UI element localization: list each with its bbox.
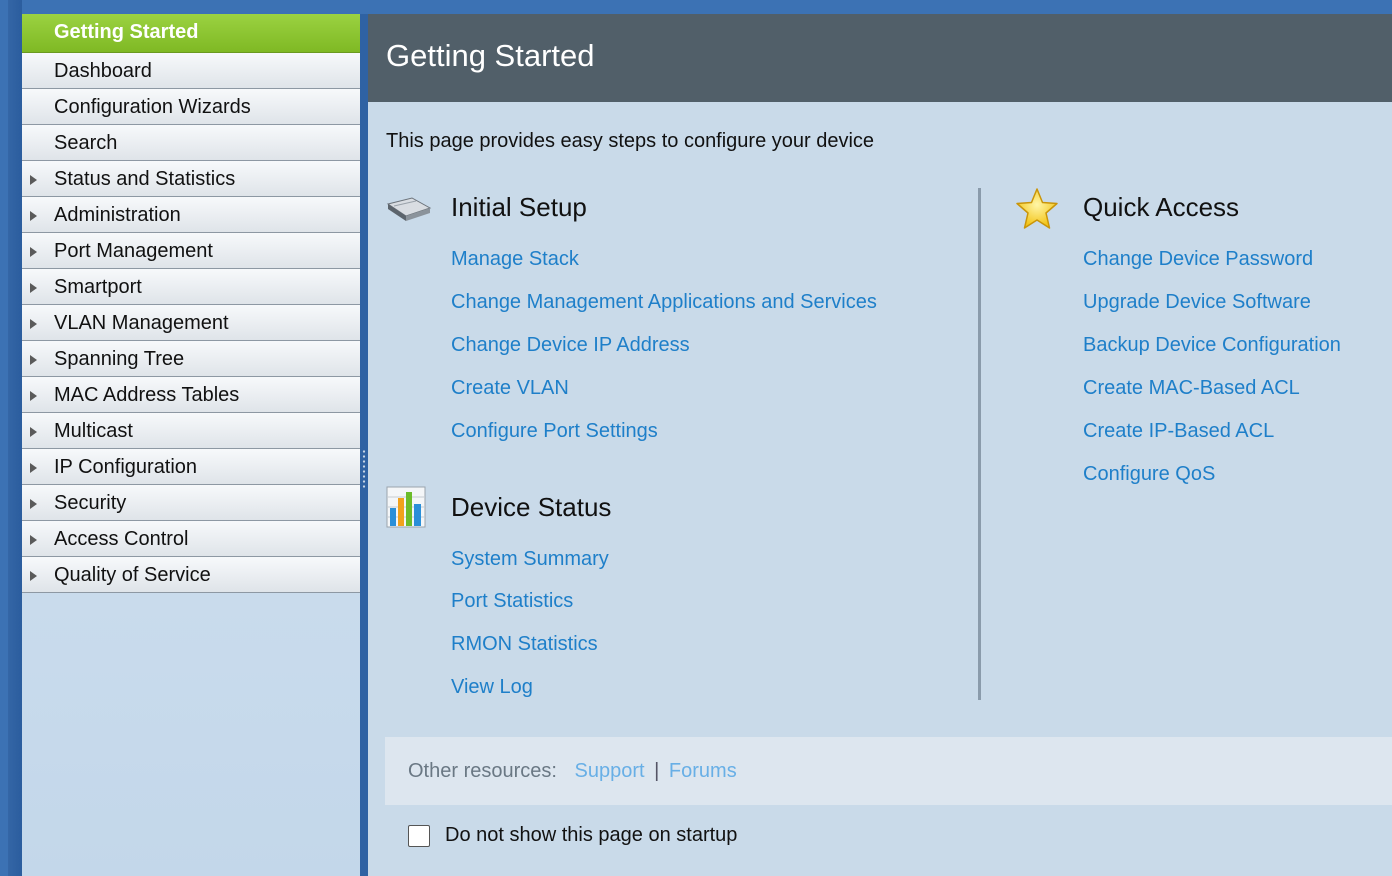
quick-access-title: Quick Access bbox=[1083, 192, 1240, 222]
window-frame-left bbox=[0, 0, 22, 876]
sidebar-item-label: Search bbox=[54, 132, 118, 154]
sidebar-item-access-control[interactable]: Access Control bbox=[22, 521, 360, 557]
expand-arrow-icon bbox=[30, 247, 37, 257]
bar-chart-icon bbox=[386, 486, 426, 533]
sidebar-item-label: Administration bbox=[54, 204, 181, 226]
sidebar-item-security[interactable]: Security bbox=[22, 485, 360, 521]
support-link[interactable]: Support bbox=[575, 760, 645, 782]
system-summary-link[interactable]: System Summary bbox=[451, 548, 609, 571]
expand-arrow-icon bbox=[30, 391, 37, 401]
sidebar-item-label: IP Configuration bbox=[54, 456, 198, 478]
sidebar-item-label: Getting Started bbox=[54, 21, 199, 43]
sidebar-item-label: VLAN Management bbox=[54, 312, 229, 334]
sidebar-item-getting-started[interactable]: Getting Started bbox=[22, 14, 360, 53]
sidebar-item-label: Status and Statistics bbox=[54, 168, 236, 190]
sidebar-item-administration[interactable]: Administration bbox=[22, 197, 360, 233]
manage-stack-link[interactable]: Manage Stack bbox=[451, 248, 579, 271]
resources-separator: | bbox=[654, 760, 660, 782]
other-resources-bar: Other resources: Support | Forums bbox=[385, 737, 1392, 805]
sidebar-item-quality-of-service[interactable]: Quality of Service bbox=[22, 557, 360, 593]
view-log-link[interactable]: View Log bbox=[451, 676, 533, 699]
sidebar-item-ip-configuration[interactable]: IP Configuration bbox=[22, 449, 360, 485]
create-ip-based-acl-link[interactable]: Create IP-Based ACL bbox=[1083, 420, 1274, 443]
expand-arrow-icon bbox=[30, 427, 37, 437]
sidebar-item-label: Access Control bbox=[54, 528, 189, 550]
sidebar-item-label: Port Management bbox=[54, 240, 213, 262]
expand-arrow-icon bbox=[30, 535, 37, 545]
expand-arrow-icon bbox=[30, 175, 37, 185]
sidebar-item-label: MAC Address Tables bbox=[54, 384, 240, 406]
sidebar-item-multicast[interactable]: Multicast bbox=[22, 413, 360, 449]
change-device-ip-link[interactable]: Change Device IP Address bbox=[451, 334, 690, 357]
do-not-show-label: Do not show this page on startup bbox=[445, 824, 738, 846]
sidebar-item-label: Configuration Wizards bbox=[54, 96, 251, 118]
sidebar-item-configuration-wizards[interactable]: Configuration Wizards bbox=[22, 89, 360, 125]
sidebar-item-label: Smartport bbox=[54, 276, 142, 298]
sidebar-item-port-management[interactable]: Port Management bbox=[22, 233, 360, 269]
window-frame-top bbox=[0, 0, 1392, 14]
other-resources-label: Other resources: bbox=[408, 760, 557, 782]
sidebar-item-status-and-statistics[interactable]: Status and Statistics bbox=[22, 161, 360, 197]
startup-option[interactable]: Do not show this page on startup bbox=[408, 824, 737, 847]
sidebar-item-mac-address-tables[interactable]: MAC Address Tables bbox=[22, 377, 360, 413]
star-icon bbox=[1014, 186, 1060, 237]
sidebar-item-smartport[interactable]: Smartport bbox=[22, 269, 360, 305]
sidebar-item-label: Multicast bbox=[54, 420, 133, 442]
sidebar-item-vlan-management[interactable]: VLAN Management bbox=[22, 305, 360, 341]
expand-arrow-icon bbox=[30, 571, 37, 581]
switch-device-icon bbox=[386, 194, 432, 229]
sidebar-splitter[interactable] bbox=[360, 14, 368, 876]
sidebar-item-search[interactable]: Search bbox=[22, 125, 360, 161]
sidebar-item-label: Dashboard bbox=[54, 60, 152, 82]
change-management-applications-link[interactable]: Change Management Applications and Servi… bbox=[451, 291, 877, 314]
sidebar-item-spanning-tree[interactable]: Spanning Tree bbox=[22, 341, 360, 377]
expand-arrow-icon bbox=[30, 319, 37, 329]
create-mac-based-acl-link[interactable]: Create MAC-Based ACL bbox=[1083, 377, 1300, 400]
column-divider bbox=[978, 188, 981, 700]
port-statistics-link[interactable]: Port Statistics bbox=[451, 590, 573, 613]
configure-qos-link[interactable]: Configure QoS bbox=[1083, 463, 1215, 486]
expand-arrow-icon bbox=[30, 211, 37, 221]
configure-port-settings-link[interactable]: Configure Port Settings bbox=[451, 420, 658, 443]
forums-link[interactable]: Forums bbox=[669, 760, 737, 782]
sidebar-item-label: Quality of Service bbox=[54, 564, 211, 586]
do-not-show-checkbox[interactable] bbox=[408, 824, 430, 847]
resize-grip-icon[interactable] bbox=[362, 449, 366, 489]
expand-arrow-icon bbox=[30, 355, 37, 365]
expand-arrow-icon bbox=[30, 499, 37, 509]
page-title: Getting Started bbox=[368, 14, 1392, 102]
main-content: Getting Started This page provides easy … bbox=[368, 14, 1392, 876]
device-status-title: Device Status bbox=[451, 492, 612, 522]
change-device-password-link[interactable]: Change Device Password bbox=[1083, 248, 1313, 271]
expand-arrow-icon bbox=[30, 283, 37, 293]
sidebar-nav: Getting Started Dashboard Configuration … bbox=[22, 14, 360, 876]
expand-arrow-icon bbox=[30, 463, 37, 473]
create-vlan-link[interactable]: Create VLAN bbox=[451, 377, 569, 400]
sidebar-item-label: Security bbox=[54, 492, 127, 514]
sidebar-item-label: Spanning Tree bbox=[54, 348, 185, 370]
sidebar-item-dashboard[interactable]: Dashboard bbox=[22, 53, 360, 89]
rmon-statistics-link[interactable]: RMON Statistics bbox=[451, 633, 598, 656]
backup-device-configuration-link[interactable]: Backup Device Configuration bbox=[1083, 334, 1341, 357]
intro-text: This page provides easy steps to configu… bbox=[386, 130, 875, 152]
initial-setup-title: Initial Setup bbox=[451, 192, 587, 222]
upgrade-device-software-link[interactable]: Upgrade Device Software bbox=[1083, 291, 1311, 314]
